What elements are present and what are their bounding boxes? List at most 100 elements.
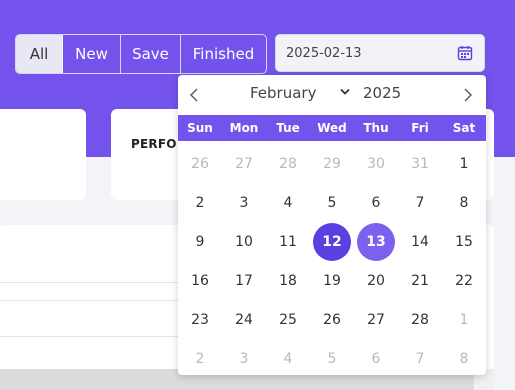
day-number: 29 [323,155,341,172]
day-number: 13 [357,222,395,261]
day-cell[interactable]: 20 [354,261,398,300]
day-number: 12 [313,222,351,261]
day-cell[interactable]: 4 [266,183,310,222]
day-number: 22 [455,272,473,289]
day-number: 6 [371,350,381,367]
day-cell[interactable]: 21 [398,261,442,300]
day-cell[interactable]: 26 [178,144,222,183]
next-month-button[interactable] [458,84,478,106]
chevron-right-icon [464,88,472,102]
day-number: 16 [191,272,209,289]
day-number: 26 [323,311,341,328]
chevron-left-icon [190,88,198,102]
day-cell[interactable]: 7 [398,183,442,222]
day-number: 6 [371,194,381,211]
day-number: 31 [411,155,429,172]
day-cell[interactable]: 31 [398,144,442,183]
day-number: 10 [235,233,253,250]
day-number: 30 [367,155,385,172]
day-number: 4 [283,350,293,367]
day-cell[interactable]: 4 [266,339,310,378]
weekday-label: Wed [317,121,347,135]
day-cell[interactable]: 25 [266,300,310,339]
day-cell[interactable]: 1 [442,300,486,339]
day-cell[interactable]: 15 [442,222,486,261]
day-number: 28 [279,155,297,172]
day-cell[interactable]: 3 [222,339,266,378]
day-cell[interactable]: 8 [442,339,486,378]
datepicker-popup: February 2025 Sun Mon Tue Wed Thu Fri Sat 26 27… [178,75,486,375]
day-cell[interactable]: 5 [310,339,354,378]
date-picker-field[interactable] [275,34,485,72]
day-cell[interactable]: 14 [398,222,442,261]
day-cell[interactable]: 3 [222,183,266,222]
day-cell-selected[interactable]: 12 [310,222,354,261]
day-number: 25 [279,311,297,328]
day-number: 20 [367,272,385,289]
day-cell-range[interactable]: 13 [354,222,398,261]
day-cell[interactable]: 27 [222,144,266,183]
day-number: 2 [195,194,205,211]
day-cell[interactable]: 7 [398,339,442,378]
filter-all-button[interactable]: All [16,35,63,73]
day-cell[interactable]: 9 [178,222,222,261]
day-cell[interactable]: 2 [178,339,222,378]
day-number: 23 [191,311,209,328]
day-cell[interactable]: 2 [178,183,222,222]
day-cell[interactable]: 11 [266,222,310,261]
day-cell[interactable]: 28 [266,144,310,183]
table-divider [0,300,200,301]
day-cell[interactable]: 6 [354,339,398,378]
day-number: 7 [415,194,425,211]
date-input[interactable] [286,35,446,71]
weekday-label: Thu [363,121,389,135]
day-cell[interactable]: 26 [310,300,354,339]
calendar-icon[interactable] [457,45,473,61]
day-cell[interactable]: 22 [442,261,486,300]
year-input[interactable]: 2025 [363,84,401,102]
day-cell[interactable]: 23 [178,300,222,339]
day-number: 1 [459,155,469,172]
day-number: 7 [415,350,425,367]
day-cell[interactable]: 18 [266,261,310,300]
day-cell[interactable]: 27 [354,300,398,339]
day-number: 21 [411,272,429,289]
day-cell[interactable]: 8 [442,183,486,222]
day-number: 28 [411,311,429,328]
day-number: 27 [235,155,253,172]
month-select[interactable]: February [250,84,316,102]
day-number: 3 [239,194,249,211]
day-cell[interactable]: 17 [222,261,266,300]
day-number: 2 [195,350,205,367]
weekday-label: Fri [411,121,429,135]
day-number: 8 [459,194,469,211]
day-cell[interactable]: 16 [178,261,222,300]
filter-finished-button[interactable]: Finished [181,35,266,73]
day-number: 9 [195,233,205,250]
day-cell[interactable]: 24 [222,300,266,339]
day-cell[interactable]: 5 [310,183,354,222]
day-cell[interactable]: 10 [222,222,266,261]
filter-save-button[interactable]: Save [121,35,181,73]
prev-month-button[interactable] [184,84,204,106]
day-number: 19 [323,272,341,289]
day-number: 14 [411,233,429,250]
day-number: 27 [367,311,385,328]
day-number: 24 [235,311,253,328]
day-number: 5 [327,194,337,211]
day-cell[interactable]: 1 [442,144,486,183]
weekday-header: Sun Mon Tue Wed Thu Fri Sat [178,115,486,141]
day-cell[interactable]: 28 [398,300,442,339]
day-cell[interactable]: 30 [354,144,398,183]
day-cell[interactable]: 6 [354,183,398,222]
weekday-label: Sat [452,121,476,135]
day-number: 8 [459,350,469,367]
day-cell[interactable]: 29 [310,144,354,183]
day-cell[interactable]: 19 [310,261,354,300]
table-divider [0,282,200,283]
chevron-down-icon[interactable] [340,88,350,96]
day-number: 3 [239,350,249,367]
filter-new-button[interactable]: New [63,35,121,73]
stat-card-left [0,109,86,200]
day-number: 5 [327,350,337,367]
